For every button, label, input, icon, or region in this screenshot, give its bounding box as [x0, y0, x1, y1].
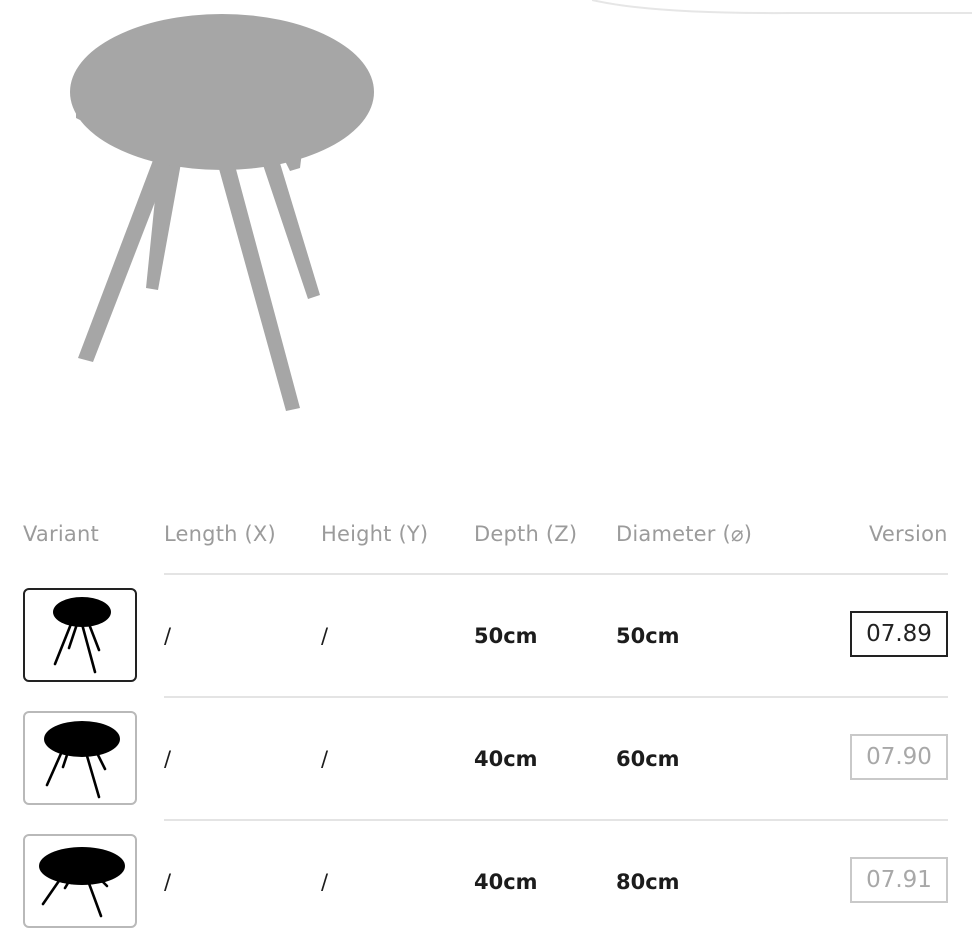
height-value: / — [321, 747, 329, 771]
variant-thumbnail-button[interactable] — [23, 711, 137, 805]
large-round-table-icon — [39, 847, 125, 918]
version-select-button[interactable]: 07.91 — [850, 857, 948, 903]
variant-thumbnail-button[interactable] — [23, 588, 137, 682]
header-version: Version — [869, 522, 948, 546]
row-divider — [164, 573, 948, 575]
header-variant: Variant — [23, 522, 99, 546]
row-divider — [164, 696, 948, 698]
row-divider — [164, 819, 948, 821]
variant-thumbnail-button[interactable] — [23, 834, 137, 928]
decorative-arc — [592, 0, 972, 15]
height-value: / — [321, 624, 329, 648]
depth-value: 40cm — [474, 870, 538, 894]
small-round-table-icon — [53, 597, 111, 674]
length-value: / — [164, 870, 172, 894]
diameter-value: 60cm — [616, 747, 680, 771]
depth-value: 40cm — [474, 747, 538, 771]
medium-round-table-icon — [44, 721, 120, 799]
length-value: / — [164, 624, 172, 648]
diameter-value: 50cm — [616, 624, 680, 648]
height-value: / — [321, 870, 329, 894]
header-height: Height (Y) — [321, 522, 429, 546]
version-select-button[interactable]: 07.89 — [850, 611, 948, 657]
length-value: / — [164, 747, 172, 771]
diameter-value: 80cm — [616, 870, 680, 894]
version-select-button[interactable]: 07.90 — [850, 734, 948, 780]
header-diameter: Diameter (⌀) — [616, 522, 753, 546]
product-image — [70, 14, 374, 411]
header-depth: Depth (Z) — [474, 522, 578, 546]
depth-value: 50cm — [474, 624, 538, 648]
header-length: Length (X) — [164, 522, 276, 546]
product-variant-page: Variant Length (X) Height (Y) Depth (Z) … — [0, 0, 972, 942]
